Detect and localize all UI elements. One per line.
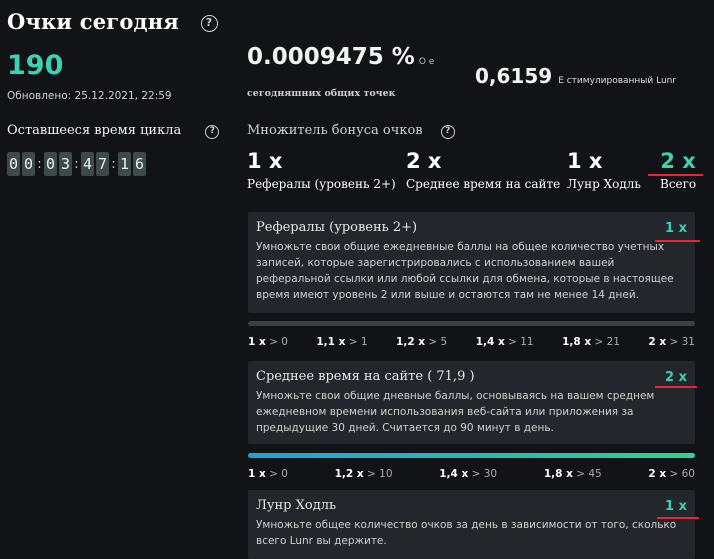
card-description: Умножьте свои общие ежедневные баллы на … (256, 241, 674, 301)
multiplier-total: 2 x Всего (660, 149, 696, 191)
multiplier-label-row: Множитель бонуса очков ? (247, 123, 455, 139)
referrals-card: Рефералы (уровень 2+) 1 x Умножьте свои … (248, 212, 695, 313)
tier-multiplier: 1,4 x (475, 336, 505, 348)
referrals-tiers: 1 x > 0 1,1 x > 1 1,2 x > 5 1,4 x > 11 1… (248, 336, 695, 348)
avg-time-card: Среднее время на сайте ( 71,9 ) 2 x Умно… (248, 361, 695, 444)
tier-threshold: > 1 (348, 336, 368, 348)
timer-digit: 4 (81, 152, 94, 176)
tier-label: 1 x > 0 (248, 468, 288, 480)
tier-multiplier: 1,8 x (543, 468, 573, 480)
timer-digit: 6 (133, 152, 146, 176)
card-description: Умножьте общее количество очков за день … (256, 519, 677, 547)
page-title-text: Очки сегодня (7, 9, 180, 34)
multiplier-name: Рефералы (уровень 2+) (247, 177, 396, 191)
tier-label: 1,8 x > 45 (544, 468, 602, 480)
card-title: Лунр Ходль (256, 498, 337, 513)
tier-label: 1,8 x > 21 (562, 336, 620, 348)
timer-digit: 7 (96, 152, 109, 176)
multiplier-name: Всего (660, 177, 697, 191)
tier-threshold: > 10 (367, 468, 393, 480)
cycle-timer: 0 0 : 0 3 : 4 7 : 1 6 (7, 152, 146, 176)
tier-multiplier: 2 x (648, 336, 667, 348)
timer-separator: : (111, 156, 116, 172)
multiplier-value: 2 x (406, 149, 442, 173)
cycle-label: Оставшееся время цикла (7, 123, 182, 138)
lunr-hodl-card: Лунр Ходль 1 x Умножьте общее количество… (248, 490, 695, 559)
help-icon[interactable]: ? (205, 125, 220, 139)
multiplier-avg-time: 2 x Среднее время на сайте (406, 149, 560, 191)
tier-label: 2 x > 31 (648, 336, 695, 348)
tier-multiplier: 1 x (248, 468, 266, 480)
updated-timestamp: Обновлено: 25.12.2021, 22:59 (7, 90, 172, 102)
tier-threshold: > 5 (428, 336, 448, 348)
timer-digit: 3 (59, 152, 72, 176)
percent-value: 0.0009475 % (247, 44, 415, 70)
referrals-progress-bar (248, 321, 695, 326)
page-title: Очки сегодня ? (7, 9, 218, 34)
annotation-underline (657, 517, 699, 519)
tier-threshold: > 0 (269, 468, 288, 480)
avg-time-tiers: 1 x > 0 1,2 x > 10 1,4 x > 30 1,8 x > 45… (248, 468, 695, 480)
points-value: 190 (7, 50, 64, 81)
lunr-value: 0,6159 (475, 64, 553, 88)
card-multiplier: 1 x (665, 221, 687, 236)
percent-suffix: О е (418, 57, 435, 67)
lunr-label: Е стимулированный Lunr (558, 76, 677, 86)
multiplier-referrals: 1 x Рефералы (уровень 2+) (247, 149, 396, 191)
tier-multiplier: 1,2 x (334, 468, 364, 480)
tier-threshold: > 0 (269, 336, 288, 348)
tier-label: 1,2 x > 10 (335, 468, 393, 480)
card-multiplier: 2 x (665, 370, 687, 385)
tier-threshold: > 30 (471, 468, 498, 480)
timer-digit: 0 (7, 152, 20, 176)
lunr-incentive: 0,6159 Е стимулированный Lunr (475, 64, 676, 88)
percent-label: сегодняшних общих точек (247, 88, 396, 99)
multiplier-value: 1 x (247, 149, 283, 173)
timer-separator: : (37, 156, 42, 172)
tier-label: 2 x > 60 (648, 468, 695, 480)
timer-digit: 0 (22, 152, 35, 176)
annotation-underline (648, 174, 703, 176)
card-title: Среднее время на сайте ( 71,9 ) (256, 369, 475, 384)
card-description: Умножьте свои общие дневные баллы, основ… (256, 390, 655, 434)
tier-multiplier: 1,1 x (316, 336, 346, 348)
card-title: Рефералы (уровень 2+) (256, 220, 418, 235)
progress-fill (248, 453, 695, 458)
tier-threshold: > 21 (594, 336, 620, 348)
tier-multiplier: 2 x (648, 468, 667, 480)
tier-label: 1,2 x > 5 (396, 336, 447, 348)
help-icon[interactable]: ? (440, 125, 455, 139)
tier-multiplier: 1 x (248, 336, 266, 348)
tier-multiplier: 1,2 x (396, 336, 426, 348)
cycle-label-row: Оставшееся время цикла ? (7, 123, 220, 139)
tier-label: 1,1 x > 1 (316, 336, 367, 348)
tier-threshold: > 45 (576, 468, 602, 480)
multiplier-name: Среднее время на сайте (406, 177, 561, 191)
tier-threshold: > 60 (669, 468, 695, 480)
timer-separator: : (74, 156, 79, 172)
multiplier-label: Множитель бонуса очков (247, 123, 423, 138)
help-icon[interactable]: ? (200, 15, 218, 32)
annotation-underline (655, 240, 700, 242)
tier-multiplier: 1,4 x (439, 468, 469, 480)
multiplier-name: Лунр Ходль (567, 177, 641, 191)
timer-digit: 0 (44, 152, 57, 176)
tier-threshold: > 11 (508, 336, 534, 348)
timer-digit: 1 (118, 152, 131, 176)
tier-label: 1,4 x > 30 (439, 468, 497, 480)
tier-label: 1 x > 0 (248, 336, 288, 348)
multiplier-lunr-hodl: 1 x Лунр Ходль (567, 149, 641, 191)
tier-multiplier: 1,8 x (562, 336, 592, 348)
annotation-underline (655, 386, 697, 388)
percent-today: 0.0009475 % О е (247, 44, 434, 70)
tier-label: 1,4 x > 11 (476, 336, 534, 348)
multiplier-value: 1 x (567, 149, 603, 173)
card-multiplier: 1 x (665, 499, 687, 514)
avg-time-progress-bar (248, 453, 695, 458)
multiplier-value: 2 x (660, 149, 696, 173)
tier-threshold: > 31 (669, 336, 695, 348)
